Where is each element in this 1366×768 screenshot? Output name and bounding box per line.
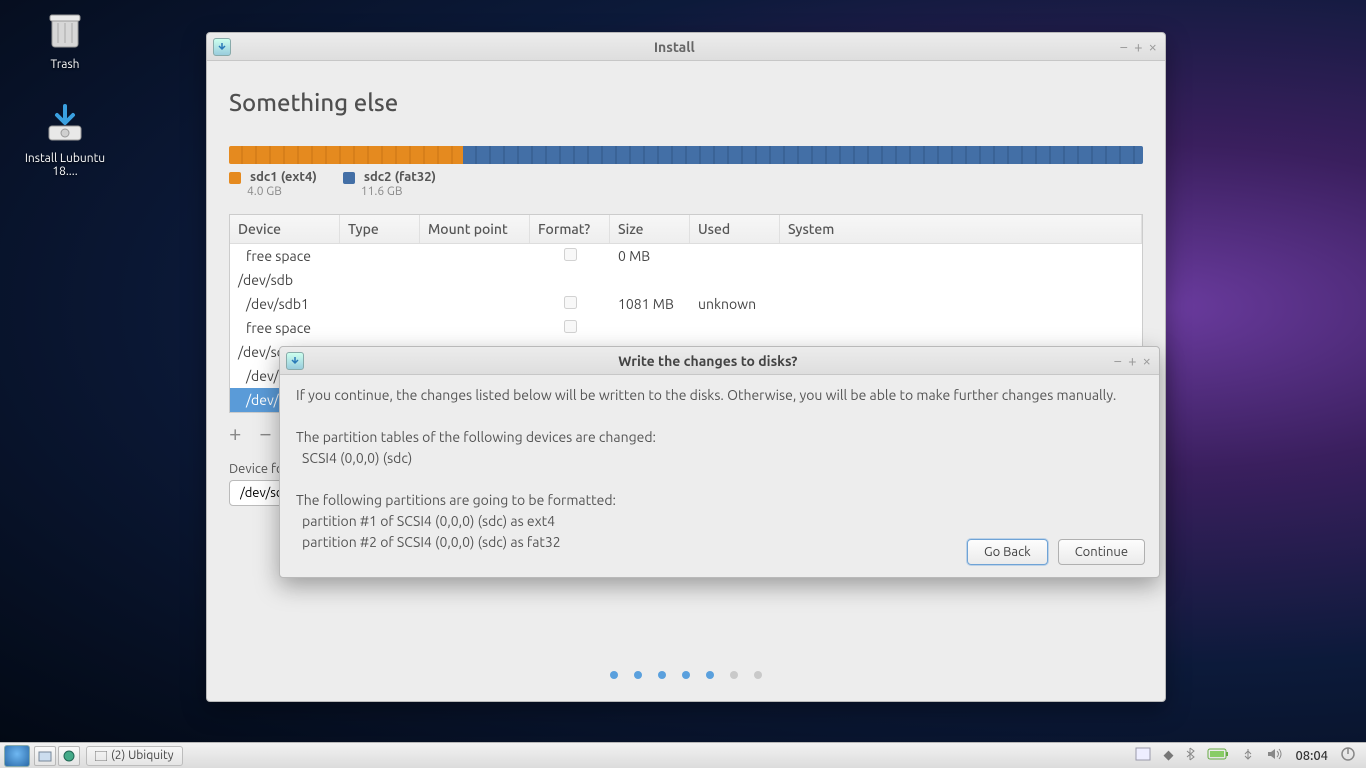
minimize-icon[interactable]: −	[1120, 38, 1128, 55]
desktop-icon-label: Trash	[20, 58, 110, 71]
legend-title: sdc1 (ext4)	[250, 170, 317, 184]
network-icon[interactable]	[1241, 747, 1255, 764]
remove-partition-button[interactable]: −	[259, 421, 271, 446]
format-checkbox[interactable]	[564, 296, 577, 309]
dialog-text: SCSI4 (0,0,0) (sdc)	[296, 448, 1143, 469]
battery-icon[interactable]	[1207, 748, 1229, 763]
installer-app-icon	[213, 38, 231, 56]
start-menu-button[interactable]	[4, 745, 30, 767]
task-label: (2) Ubiquity	[111, 749, 174, 762]
dialog-titlebar[interactable]: Write the changes to disks? − + ×	[280, 347, 1159, 375]
col-size[interactable]: Size	[610, 215, 690, 243]
clock[interactable]: 08:04	[1295, 749, 1328, 763]
browser-icon[interactable]	[58, 746, 80, 766]
desktop-icon-trash[interactable]: Trash	[20, 6, 110, 71]
file-manager-icon[interactable]	[34, 746, 56, 766]
power-icon[interactable]	[1340, 746, 1356, 765]
disk-usage-bar	[229, 146, 1143, 164]
window-icon	[95, 751, 107, 761]
trash-icon	[41, 6, 89, 54]
dialog-text: If you continue, the changes listed belo…	[296, 385, 1143, 406]
disk-legend: sdc1 (ext4) 4.0 GB sdc2 (fat32) 11.6 GB	[229, 170, 1143, 198]
maximize-icon[interactable]: +	[1134, 38, 1142, 55]
dialog-text: The following partitions are going to be…	[296, 490, 1143, 511]
dialog-text: The partition tables of the following de…	[296, 427, 1143, 448]
write-changes-dialog: Write the changes to disks? − + × If you…	[279, 346, 1160, 578]
col-format[interactable]: Format?	[530, 215, 610, 243]
close-icon[interactable]: ×	[1149, 38, 1157, 55]
col-system[interactable]: System	[780, 215, 1142, 243]
dialog-body: If you continue, the changes listed belo…	[280, 375, 1159, 565]
table-row[interactable]: free space	[230, 316, 1142, 340]
legend-sub: 11.6 GB	[361, 185, 403, 198]
page-heading: Something else	[229, 89, 1143, 116]
minimize-icon[interactable]: −	[1114, 352, 1122, 369]
legend-swatch	[229, 172, 241, 184]
install-icon	[41, 100, 89, 148]
continue-button[interactable]: Continue	[1058, 539, 1145, 565]
bluetooth-icon[interactable]	[1185, 747, 1195, 764]
legend-title: sdc2 (fat32)	[364, 170, 436, 184]
step-dots	[610, 671, 762, 679]
legend-sub: 4.0 GB	[247, 185, 282, 198]
updates-icon[interactable]: ◆	[1163, 748, 1173, 763]
system-tray: ◆ 08:04	[1125, 746, 1366, 765]
show-desktop-icon[interactable]	[1135, 747, 1151, 764]
legend-swatch	[343, 172, 355, 184]
table-row[interactable]: /dev/sdb	[230, 268, 1142, 292]
volume-icon[interactable]	[1267, 747, 1283, 764]
col-mount[interactable]: Mount point	[420, 215, 530, 243]
taskbar-task-ubiquity[interactable]: (2) Ubiquity	[86, 746, 183, 766]
install-window-title: Install	[237, 39, 1112, 55]
table-row[interactable]: /dev/sdb11081 MBunknown	[230, 292, 1142, 316]
dialog-text: partition #1 of SCSI4 (0,0,0) (sdc) as e…	[296, 511, 1143, 532]
col-type[interactable]: Type	[340, 215, 420, 243]
desktop-icon-label: Install Lubuntu 18....	[20, 152, 110, 178]
format-checkbox[interactable]	[564, 320, 577, 333]
format-checkbox[interactable]	[564, 248, 577, 261]
maximize-icon[interactable]: +	[1128, 352, 1136, 369]
table-row[interactable]: free space0 MB	[230, 244, 1142, 268]
close-icon[interactable]: ×	[1143, 352, 1151, 369]
installer-app-icon	[286, 352, 304, 370]
desktop-icon-install-lubuntu[interactable]: Install Lubuntu 18....	[20, 100, 110, 178]
taskbar: (2) Ubiquity ◆ 08:04	[0, 742, 1366, 768]
go-back-button[interactable]: Go Back	[967, 539, 1048, 565]
col-device[interactable]: Device	[230, 215, 340, 243]
col-used[interactable]: Used	[690, 215, 780, 243]
dialog-title: Write the changes to disks?	[310, 353, 1106, 369]
table-header: Device Type Mount point Format? Size Use…	[230, 215, 1142, 244]
install-titlebar[interactable]: Install − + ×	[207, 33, 1165, 61]
add-partition-button[interactable]: +	[229, 421, 241, 446]
